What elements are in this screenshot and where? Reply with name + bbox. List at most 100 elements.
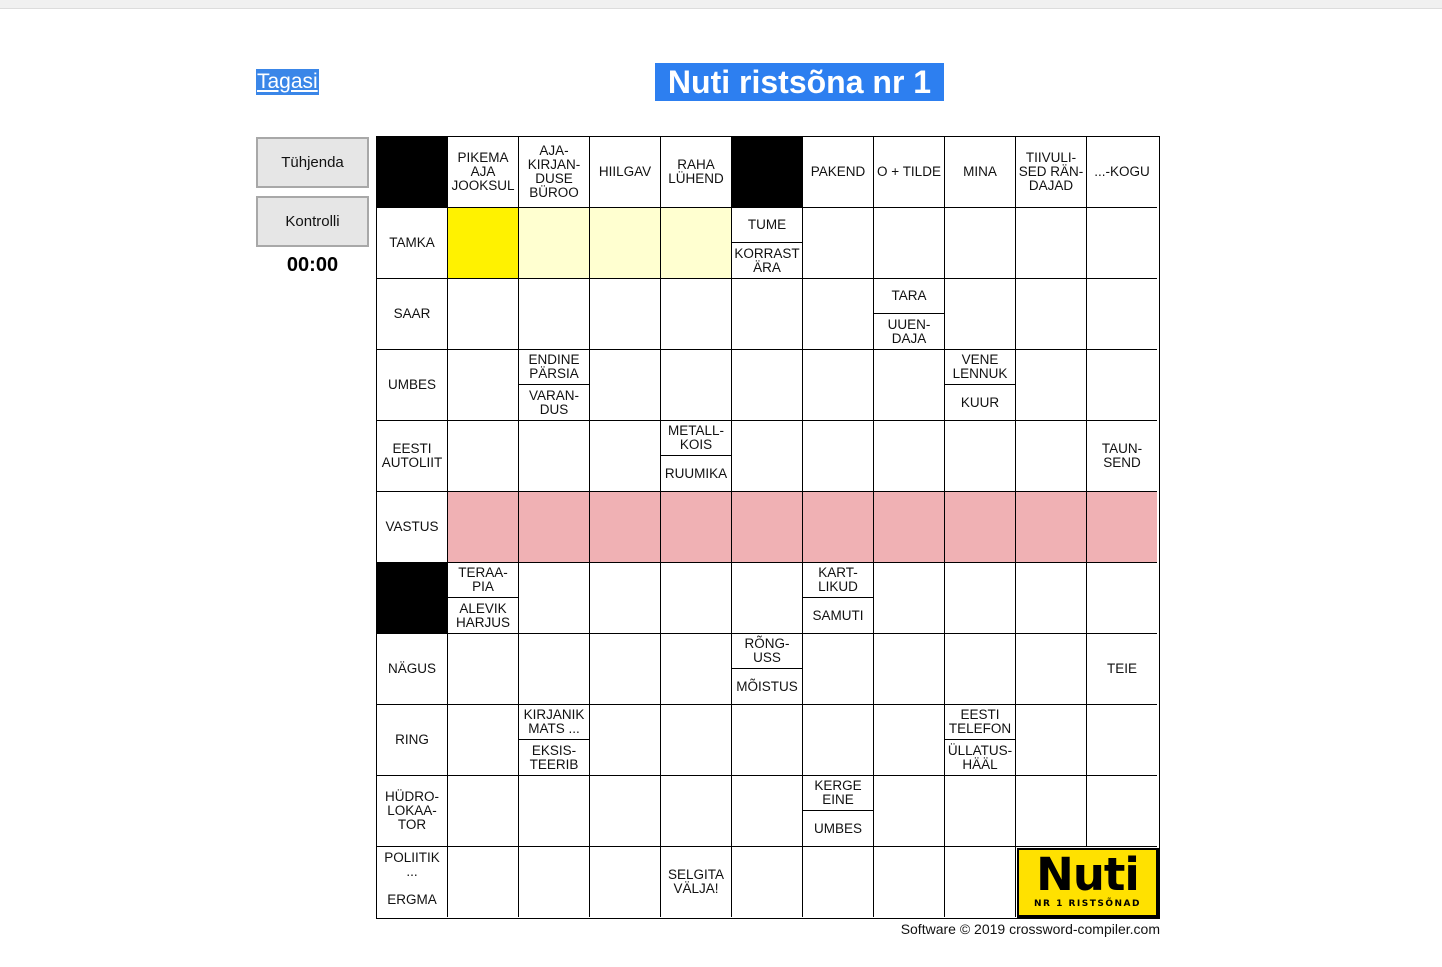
letter-cell[interactable]	[803, 350, 874, 421]
letter-cell[interactable]	[519, 279, 590, 350]
letter-cell[interactable]	[945, 279, 1016, 350]
clue-cell: SAAR	[377, 279, 448, 350]
letter-cell[interactable]	[1016, 350, 1087, 421]
letter-cell[interactable]	[732, 776, 803, 847]
letter-cell[interactable]	[590, 847, 661, 917]
letter-cell[interactable]	[803, 421, 874, 492]
highlighted-cell[interactable]	[661, 208, 732, 279]
letter-cell[interactable]	[945, 563, 1016, 634]
active-cell[interactable]	[448, 208, 519, 279]
letter-cell[interactable]	[1016, 563, 1087, 634]
letter-cell[interactable]	[874, 208, 945, 279]
answer-cell[interactable]	[732, 492, 803, 563]
letter-cell[interactable]	[448, 421, 519, 492]
letter-cell[interactable]	[803, 279, 874, 350]
letter-cell[interactable]	[1087, 350, 1157, 421]
letter-cell[interactable]	[590, 350, 661, 421]
clue-cell: TAMKA	[377, 208, 448, 279]
letter-cell[interactable]	[945, 776, 1016, 847]
letter-cell[interactable]	[945, 208, 1016, 279]
letter-cell[interactable]	[1016, 705, 1087, 776]
letter-cell[interactable]	[1087, 279, 1157, 350]
answer-cell[interactable]	[519, 492, 590, 563]
letter-cell[interactable]	[874, 705, 945, 776]
letter-cell[interactable]	[519, 563, 590, 634]
clue-text: HIILGAV	[598, 164, 652, 179]
answer-cell[interactable]	[448, 492, 519, 563]
letter-cell[interactable]	[874, 776, 945, 847]
letter-cell[interactable]	[590, 421, 661, 492]
answer-cell[interactable]	[945, 492, 1016, 563]
letter-cell[interactable]	[661, 634, 732, 705]
answer-cell[interactable]	[874, 492, 945, 563]
check-button[interactable]: Kontrolli	[256, 196, 369, 247]
letter-cell[interactable]	[945, 847, 1016, 917]
footer-credit: Software © 2019 crossword-compiler.com	[900, 921, 1160, 937]
letter-cell[interactable]	[448, 634, 519, 705]
letter-cell[interactable]	[1087, 208, 1157, 279]
letter-cell[interactable]	[945, 634, 1016, 705]
letter-cell[interactable]	[590, 563, 661, 634]
letter-cell[interactable]	[732, 705, 803, 776]
letter-cell[interactable]	[1087, 563, 1157, 634]
letter-cell[interactable]	[448, 279, 519, 350]
clue-text-top: TUME	[732, 208, 802, 243]
letter-cell[interactable]	[661, 350, 732, 421]
letter-cell[interactable]	[448, 350, 519, 421]
clue-text-top: RÕNG- USS	[732, 634, 802, 669]
back-link[interactable]: Tagasi	[256, 69, 319, 95]
letter-cell[interactable]	[661, 279, 732, 350]
letter-cell[interactable]	[1016, 634, 1087, 705]
letter-cell[interactable]	[732, 563, 803, 634]
answer-cell[interactable]	[803, 492, 874, 563]
letter-cell[interactable]	[661, 705, 732, 776]
letter-cell[interactable]	[448, 705, 519, 776]
letter-cell[interactable]	[803, 208, 874, 279]
letter-cell[interactable]	[1087, 776, 1157, 847]
letter-cell[interactable]	[590, 634, 661, 705]
letter-cell[interactable]	[519, 421, 590, 492]
letter-cell[interactable]	[803, 634, 874, 705]
clue-text: NÄGUS	[387, 661, 436, 676]
letter-cell[interactable]	[590, 705, 661, 776]
letter-cell[interactable]	[1016, 279, 1087, 350]
letter-cell[interactable]	[945, 421, 1016, 492]
letter-cell[interactable]	[874, 634, 945, 705]
letter-cell[interactable]	[661, 563, 732, 634]
answer-cell[interactable]	[661, 492, 732, 563]
letter-cell[interactable]	[874, 847, 945, 917]
letter-cell[interactable]	[448, 847, 519, 917]
highlighted-cell[interactable]	[519, 208, 590, 279]
letter-cell[interactable]	[1016, 421, 1087, 492]
highlighted-cell[interactable]	[590, 208, 661, 279]
letter-cell[interactable]	[519, 776, 590, 847]
letter-cell[interactable]	[1016, 776, 1087, 847]
clear-button[interactable]: Tühjenda	[256, 137, 369, 188]
letter-cell[interactable]	[803, 847, 874, 917]
letter-cell[interactable]	[732, 279, 803, 350]
clue-text-top: KIRJANIK MATS ...	[519, 705, 589, 740]
letter-cell[interactable]	[590, 279, 661, 350]
letter-cell[interactable]	[874, 421, 945, 492]
letter-cell[interactable]	[874, 563, 945, 634]
black-cell	[377, 563, 448, 634]
letter-cell[interactable]	[1087, 705, 1157, 776]
letter-cell[interactable]	[732, 421, 803, 492]
answer-cell[interactable]	[1087, 492, 1157, 563]
clue-cell: RAHA LÜHEND	[661, 137, 732, 208]
letter-cell[interactable]	[590, 776, 661, 847]
split-clue-cell: VENE LENNUK KUUR	[945, 350, 1016, 421]
letter-cell[interactable]	[519, 634, 590, 705]
answer-cell[interactable]	[590, 492, 661, 563]
letter-cell[interactable]	[803, 705, 874, 776]
answer-cell[interactable]	[1016, 492, 1087, 563]
letter-cell[interactable]	[732, 350, 803, 421]
letter-cell[interactable]	[661, 776, 732, 847]
letter-cell[interactable]	[1016, 208, 1087, 279]
clue-text-bottom: UUEN- DAJA	[887, 316, 931, 346]
letter-cell[interactable]	[732, 847, 803, 917]
letter-cell[interactable]	[874, 350, 945, 421]
letter-cell[interactable]	[519, 847, 590, 917]
clue-text: ...-KOGU	[1094, 164, 1150, 179]
letter-cell[interactable]	[448, 776, 519, 847]
